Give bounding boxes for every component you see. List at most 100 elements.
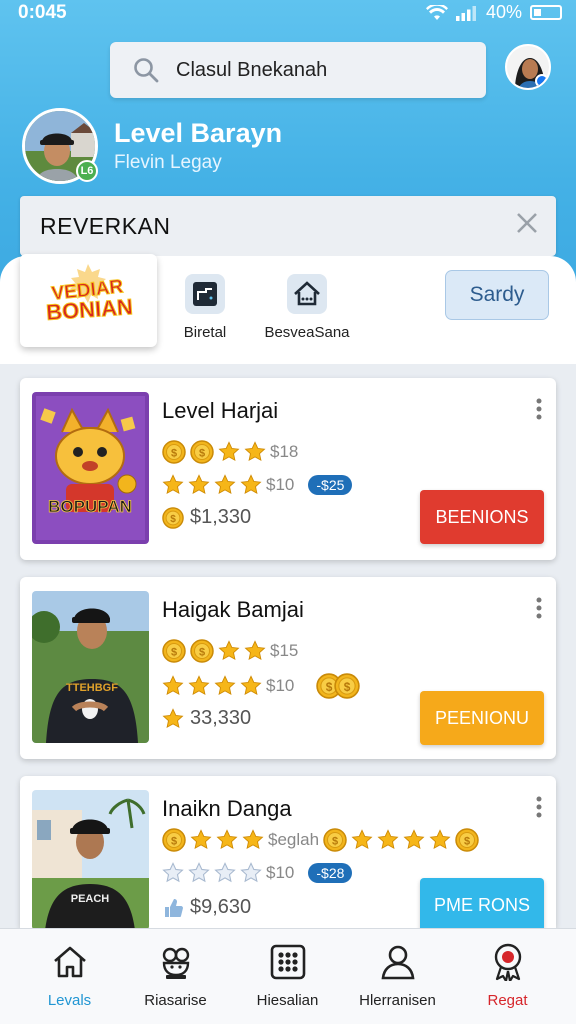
row-value: $15 bbox=[270, 641, 299, 660]
wifi-icon bbox=[425, 4, 448, 20]
amount-value: $1,330 bbox=[190, 506, 252, 528]
coin-icon bbox=[190, 440, 214, 464]
more-menu-icon[interactable] bbox=[536, 796, 542, 818]
close-icon[interactable] bbox=[514, 210, 540, 236]
star-icon bbox=[240, 474, 262, 496]
search-bar[interactable]: Clasul Bnekanah bbox=[110, 42, 486, 98]
category-label: Biretal bbox=[183, 324, 227, 341]
star-icon bbox=[188, 474, 210, 496]
tab-levals[interactable]: Levals bbox=[12, 929, 127, 1024]
row-value: $10 bbox=[266, 475, 295, 494]
profile-subtitle: Flevin Legay bbox=[114, 152, 222, 173]
coin-icon bbox=[190, 639, 214, 663]
card-thumbnail: TTEHBGF bbox=[32, 591, 149, 743]
battery-percent: 40% bbox=[485, 2, 522, 22]
coin-icon bbox=[334, 673, 360, 699]
tab-regat[interactable]: Regat bbox=[450, 929, 565, 1024]
profile-name: Level Barayn bbox=[114, 118, 283, 148]
user-avatar[interactable] bbox=[505, 44, 551, 90]
rating-row: $10 -$25 bbox=[162, 474, 353, 496]
sardy-button[interactable]: Sardy bbox=[445, 270, 549, 320]
rating-row: $10 bbox=[162, 673, 360, 699]
card-thumbnail: BOPUPAN bbox=[32, 392, 149, 544]
coin-icon bbox=[162, 440, 186, 464]
star-icon bbox=[218, 441, 240, 463]
grid-icon bbox=[270, 944, 305, 980]
svg-text:PEACH: PEACH bbox=[71, 893, 110, 905]
star-icon bbox=[240, 675, 262, 697]
amount-row: $9,630 bbox=[162, 896, 251, 919]
status-time: 0:045 bbox=[18, 2, 67, 23]
star-icon bbox=[162, 708, 184, 730]
level-card[interactable]: BOPUPAN Level Harjai $18 $10 -$25 $1,330… bbox=[20, 378, 556, 560]
row-value: $eglah bbox=[268, 830, 320, 849]
battery-icon bbox=[530, 5, 562, 20]
card-title: Haigak Bamjai bbox=[162, 597, 304, 622]
coin-icon bbox=[162, 507, 184, 529]
row-value: $18 bbox=[270, 442, 299, 461]
rating-row: $15 bbox=[162, 639, 298, 663]
amount-value: $9,630 bbox=[190, 896, 252, 918]
row-value: $10 bbox=[266, 863, 295, 882]
star-icon bbox=[244, 441, 266, 463]
signal-icon bbox=[455, 5, 476, 21]
card-action-button[interactable]: BEENIONS bbox=[420, 490, 544, 544]
search-input[interactable]: Clasul Bnekanah bbox=[176, 59, 327, 82]
star-icon bbox=[162, 675, 184, 697]
amount-value: 33,330 bbox=[190, 707, 252, 729]
tab-hlerranisen[interactable]: Hlerranisen bbox=[340, 929, 455, 1024]
coin-icon bbox=[162, 639, 186, 663]
card-action-button[interactable]: PEENIONU bbox=[420, 691, 544, 745]
category-label: BesveaSana bbox=[264, 324, 350, 341]
category-biretal[interactable]: Biretal bbox=[176, 274, 234, 341]
star-icon bbox=[214, 675, 236, 697]
status-bar: 0:045 40% bbox=[0, 0, 576, 28]
home-icon bbox=[53, 946, 86, 978]
star-icon bbox=[188, 675, 210, 697]
logo-line2: BONIAN bbox=[45, 294, 133, 325]
rating-row: $10 -$28 bbox=[162, 862, 353, 884]
game-logo-card[interactable]: VEDIAR BONIAN bbox=[20, 254, 157, 347]
tab-label: Hiesalian bbox=[256, 992, 319, 1009]
rating-row: $eglah bbox=[162, 828, 479, 852]
star-icon bbox=[214, 474, 236, 496]
amount-row: $1,330 bbox=[162, 506, 251, 529]
tab-hiesalian[interactable]: Hiesalian bbox=[230, 929, 345, 1024]
house-icon bbox=[287, 274, 327, 314]
level-card[interactable]: TTEHBGF Haigak Bamjai $15 $10 33,330 PEE… bbox=[20, 577, 556, 759]
bottom-navigation: Levals Riasarise Hiesalian Hlerranisen R… bbox=[0, 928, 576, 1024]
card-action-button[interactable]: PME RONS bbox=[420, 878, 544, 928]
svg-text:TTEHBGF: TTEHBGF bbox=[66, 682, 118, 694]
person-icon bbox=[381, 945, 414, 980]
row-value: $10 bbox=[266, 676, 295, 695]
coin-icon bbox=[323, 828, 347, 852]
search-icon bbox=[134, 58, 159, 83]
star-icon bbox=[242, 829, 264, 851]
card-title: Level Harjai bbox=[162, 398, 279, 423]
rating-row: $18 bbox=[162, 440, 298, 464]
chef-icon bbox=[162, 947, 189, 979]
discount-pill: -$25 bbox=[308, 475, 353, 495]
level-card[interactable]: PEACH Inaikn Danga $eglah $10 -$28 $9,63… bbox=[20, 776, 556, 928]
card-thumbnail: PEACH bbox=[32, 790, 149, 928]
star-empty-icon bbox=[240, 862, 262, 884]
more-menu-icon[interactable] bbox=[536, 597, 542, 619]
star-icon bbox=[244, 640, 266, 662]
more-menu-icon[interactable] bbox=[536, 398, 542, 420]
thumbs-up-icon bbox=[165, 898, 183, 917]
star-icon bbox=[190, 829, 212, 851]
star-icon bbox=[218, 640, 240, 662]
level-badge: L6 bbox=[76, 160, 98, 182]
bonian-logo: VEDIAR BONIAN bbox=[45, 264, 134, 326]
category-besveasana[interactable]: BesveaSana bbox=[262, 274, 352, 341]
star-empty-icon bbox=[214, 862, 236, 884]
star-empty-icon bbox=[188, 862, 210, 884]
star-icon bbox=[216, 829, 238, 851]
banner-title: REVERKAN bbox=[40, 213, 171, 239]
coin-icon bbox=[162, 828, 186, 852]
tab-label: Hlerranisen bbox=[359, 992, 436, 1009]
card-title: Inaikn Danga bbox=[162, 796, 292, 821]
tab-label: Levals bbox=[47, 992, 92, 1009]
tab-riasarise[interactable]: Riasarise bbox=[118, 929, 233, 1024]
coin-icon bbox=[455, 828, 479, 852]
